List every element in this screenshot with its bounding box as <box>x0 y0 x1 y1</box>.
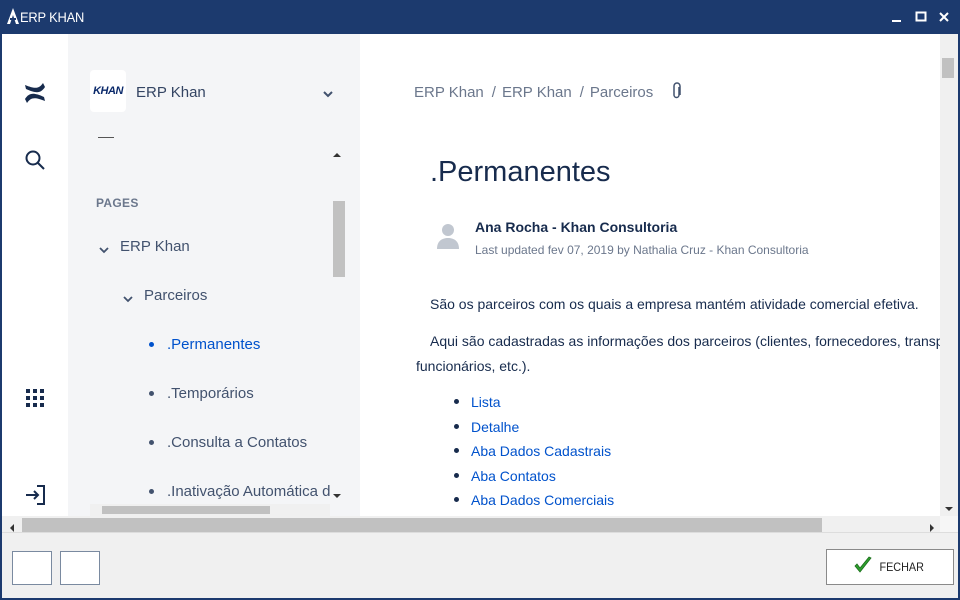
footer-bar: FECHAR <box>2 532 958 598</box>
content-scroll-thumb[interactable] <box>942 58 954 78</box>
content-vertical-scrollbar[interactable] <box>940 34 958 516</box>
breadcrumb-separator: / <box>491 83 496 101</box>
bullet-icon <box>149 391 154 396</box>
pages-heading: PAGES <box>96 196 139 210</box>
chevron-down-icon[interactable] <box>99 242 109 260</box>
bullet-icon <box>454 497 459 502</box>
tree-item-consulta-contatos[interactable]: .Consulta a Contatos <box>167 434 307 451</box>
apps-grid-icon[interactable] <box>22 385 48 411</box>
bullet-icon <box>149 440 154 445</box>
breadcrumb-item[interactable]: Parceiros <box>590 84 653 101</box>
scroll-down-arrow-icon[interactable] <box>944 500 954 518</box>
tree-item-erp-khan[interactable]: ERP Khan <box>120 238 190 255</box>
page-content: ERP Khan / ERP Khan / Parceiros .Permanentes… <box>360 34 940 516</box>
close-button-label: FECHAR <box>879 560 925 574</box>
divider <box>98 137 114 138</box>
paragraph: São os parceiros com os quais a empresa … <box>430 296 919 312</box>
page-title: .Permanentes <box>430 156 611 188</box>
avatar[interactable] <box>436 221 460 251</box>
bullet-icon <box>454 473 459 478</box>
search-icon[interactable] <box>22 147 48 173</box>
horizontal-scroll-thumb[interactable] <box>22 518 822 532</box>
space-name[interactable]: ERP Khan <box>136 84 206 101</box>
close-icon[interactable] <box>935 8 953 26</box>
empty-button[interactable] <box>12 551 52 585</box>
minimize-icon[interactable] <box>888 8 906 26</box>
tree-item-inativacao[interactable]: .Inativação Automática de <box>167 483 339 500</box>
space-logo-text: KHAN <box>93 85 123 97</box>
breadcrumb-item[interactable]: ERP Khan <box>502 84 572 101</box>
link-aba-dados-cadastrais[interactable]: Aba Dados Cadastrais <box>471 443 611 459</box>
space-sidebar: KHAN ERP Khan PAGES ERP Khan Parceiros .… <box>68 34 360 516</box>
tree-item-temporarios[interactable]: .Temporários <box>167 385 254 402</box>
tree-item-parceiros[interactable]: Parceiros <box>144 287 207 304</box>
scroll-down-arrow-icon[interactable] <box>332 487 342 505</box>
bullet-icon <box>454 399 459 404</box>
bullet-icon <box>454 448 459 453</box>
window-title: ERP KHAN <box>20 9 85 25</box>
link-aba-contatos[interactable]: Aba Contatos <box>471 468 556 484</box>
tree-item-permanentes[interactable]: .Permanentes <box>167 336 260 353</box>
title-bar: ERP KHAN <box>0 0 960 34</box>
app-logo-icon <box>6 7 20 25</box>
maximize-icon[interactable] <box>912 8 930 26</box>
bullet-icon <box>149 342 154 347</box>
checkmark-icon <box>853 555 873 580</box>
last-updated: Last updated fev 07, 2019 by Nathalia Cr… <box>475 243 809 257</box>
confluence-logo-icon[interactable] <box>22 80 48 106</box>
paragraph: funcionários, etc.). <box>416 358 531 374</box>
global-sidebar <box>2 34 68 516</box>
breadcrumb-item[interactable]: ERP Khan <box>414 84 484 101</box>
bullet-icon <box>149 489 154 494</box>
breadcrumb: ERP Khan / ERP Khan / Parceiros <box>414 82 689 104</box>
sign-in-icon[interactable] <box>22 482 48 508</box>
paragraph: Aqui são cadastradas as informações dos … <box>430 333 940 349</box>
sidebar-scroll-thumb[interactable] <box>333 201 345 277</box>
link-detalhe[interactable]: Detalhe <box>471 419 519 435</box>
empty-button[interactable] <box>60 551 100 585</box>
sidebar-hscroll-thumb[interactable] <box>102 506 270 514</box>
space-logo[interactable]: KHAN <box>90 70 126 112</box>
link-aba-dados-comerciais[interactable]: Aba Dados Comerciais <box>471 492 614 508</box>
bullet-icon <box>454 424 459 429</box>
link-lista[interactable]: Lista <box>471 394 501 410</box>
close-button[interactable]: FECHAR <box>826 549 954 585</box>
author-name[interactable]: Ana Rocha - Khan Consultoria <box>475 219 677 235</box>
breadcrumb-separator: / <box>579 83 584 101</box>
attachment-icon[interactable] <box>671 82 683 104</box>
chevron-down-icon[interactable] <box>123 291 133 309</box>
chevron-down-icon[interactable] <box>322 86 334 104</box>
scroll-up-arrow-icon[interactable] <box>332 146 342 164</box>
sidebar-vertical-scrollbar[interactable] <box>330 142 346 504</box>
window-client: KHAN ERP Khan PAGES ERP Khan Parceiros .… <box>2 34 958 598</box>
